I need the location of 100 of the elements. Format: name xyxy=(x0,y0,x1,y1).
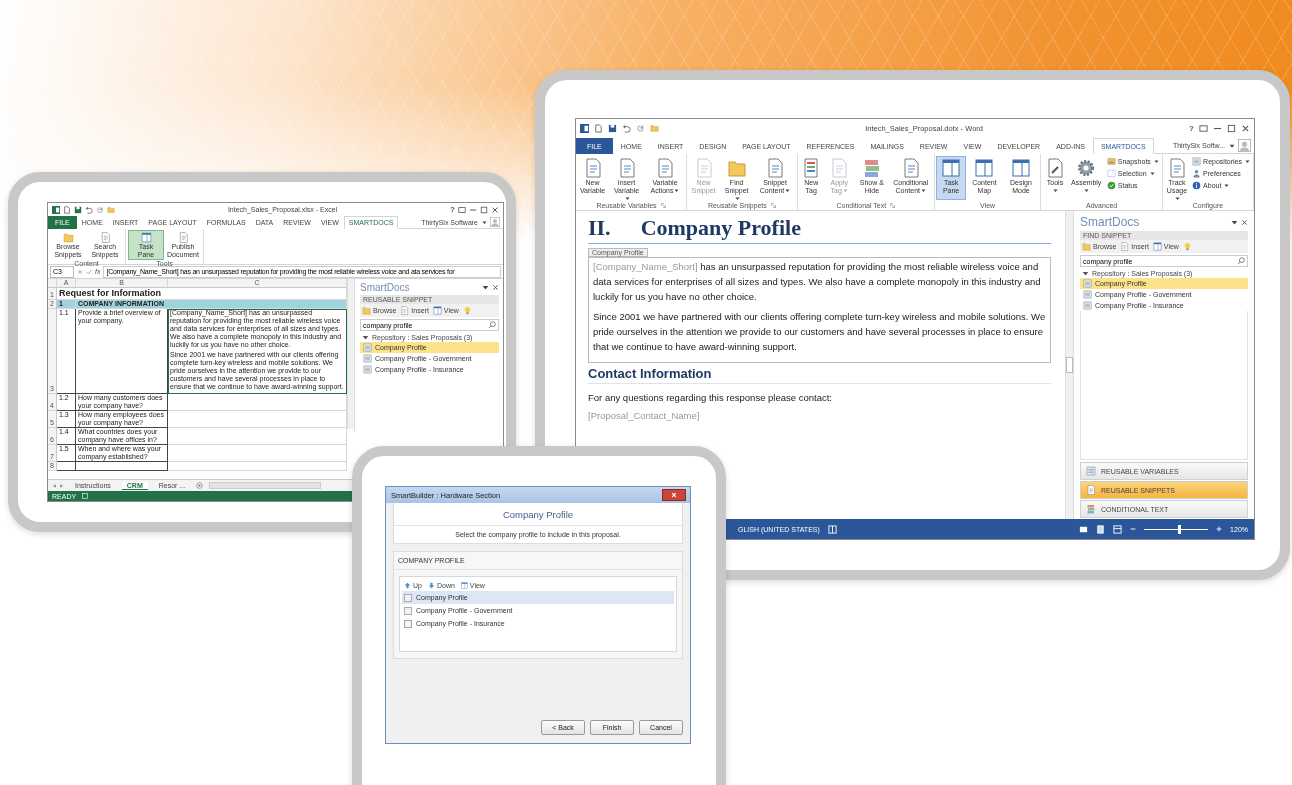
zoom-out-icon[interactable] xyxy=(1130,526,1137,532)
save-icon[interactable] xyxy=(608,124,617,133)
dialog-launcher-icon[interactable] xyxy=(660,203,666,208)
document-icon xyxy=(99,232,111,243)
close-icon[interactable] xyxy=(491,205,499,214)
app-logo-icon[interactable] xyxy=(580,124,589,133)
book-icon[interactable] xyxy=(827,524,837,534)
close-button[interactable] xyxy=(662,489,686,501)
caret-icon xyxy=(785,188,791,193)
list-icon xyxy=(1083,290,1092,299)
web-layout-icon[interactable] xyxy=(1113,524,1123,534)
restore-icon[interactable] xyxy=(1199,124,1208,133)
dialog-heading: Company Profile xyxy=(394,503,682,526)
checkbox[interactable] xyxy=(404,619,412,628)
help-button[interactable]: ? xyxy=(450,205,455,214)
caret-icon xyxy=(1174,196,1180,201)
undo-icon[interactable] xyxy=(622,124,631,133)
paragraph: For any questions regarding this response please contact: xyxy=(588,391,833,405)
caret-icon xyxy=(624,196,630,201)
search-icon[interactable] xyxy=(488,321,496,329)
caret-icon xyxy=(1149,171,1155,176)
up-arrow-icon xyxy=(404,582,411,589)
document-icon xyxy=(765,158,785,178)
undo-icon[interactable] xyxy=(85,205,93,214)
zoom-thumb[interactable] xyxy=(1178,524,1182,534)
folder-icon xyxy=(62,232,74,243)
folder-icon[interactable] xyxy=(650,124,659,133)
caret-icon xyxy=(482,219,487,225)
checkbox[interactable] xyxy=(404,593,412,602)
folder-icon[interactable] xyxy=(107,205,115,214)
close-icon[interactable] xyxy=(492,284,499,291)
paragraph: [Company_Name_Short] has an unsurpassed reputation for providing the most reliable wireless voice and data services for enterprises of all sizes and types. We also have a complete monopoly in this industry and luckily for us you have no other choice. xyxy=(593,260,1042,304)
picture-icon xyxy=(1106,157,1116,166)
new-document-icon[interactable] xyxy=(63,205,71,214)
list-icon xyxy=(1192,157,1202,166)
caret-icon xyxy=(842,188,848,193)
pane-title: SmartDocs xyxy=(1080,215,1140,229)
caret-icon xyxy=(1245,159,1250,164)
close-icon[interactable] xyxy=(1241,124,1250,133)
restore-icon[interactable] xyxy=(458,205,466,214)
save-icon[interactable] xyxy=(74,205,82,214)
print-layout-icon[interactable] xyxy=(1096,524,1106,534)
maximize-icon[interactable] xyxy=(480,205,488,214)
checkbox[interactable] xyxy=(404,606,412,615)
list-icon xyxy=(363,354,372,363)
app-logo-icon[interactable] xyxy=(52,205,60,214)
window-icon xyxy=(432,306,442,315)
check-icon[interactable] xyxy=(86,268,92,275)
selection-icon xyxy=(1106,169,1116,178)
close-icon[interactable] xyxy=(1241,218,1248,226)
heading-number: II. xyxy=(588,215,611,241)
list-icon xyxy=(1083,279,1092,288)
add-sheet-icon[interactable] xyxy=(196,482,204,489)
wrench-icon xyxy=(1045,158,1065,178)
folder-icon xyxy=(726,158,747,178)
layers-icon xyxy=(1086,504,1096,514)
paragraph: Since 2001 we have partnered with our clients offering complete turn-key wireless and mobile solutions. We pride ourselves in the attention we provide to our customers and have several processes in place to ensure that we continue to have award-winning support. xyxy=(593,310,1046,354)
horizontal-scrollbar[interactable] xyxy=(209,482,322,489)
expanded-arrow-icon[interactable] xyxy=(362,334,369,341)
caret-icon xyxy=(674,188,680,193)
macro-icon[interactable] xyxy=(82,493,89,499)
content-control[interactable] xyxy=(588,257,1051,363)
info-icon xyxy=(1192,181,1202,190)
list-icon xyxy=(1083,301,1092,310)
document-icon xyxy=(177,232,189,243)
caret-icon xyxy=(1229,142,1235,149)
redo-icon[interactable] xyxy=(636,124,645,133)
lightbulb-icon[interactable] xyxy=(462,306,472,315)
sheet-navigation-icon[interactable] xyxy=(52,482,64,489)
expanded-arrow-icon[interactable] xyxy=(1082,270,1089,277)
search-icon[interactable] xyxy=(1237,257,1245,265)
window-icon xyxy=(1010,158,1031,178)
read-mode-icon[interactable] xyxy=(1079,524,1089,534)
redo-icon[interactable] xyxy=(96,205,104,214)
help-button[interactable]: ? xyxy=(1189,124,1194,133)
zoom-in-icon[interactable] xyxy=(1216,526,1223,532)
table-cell: Request for Information xyxy=(57,288,347,300)
caret-icon xyxy=(482,284,489,291)
caret-icon xyxy=(1053,188,1058,193)
avatar-icon[interactable] xyxy=(1238,139,1251,152)
document-heading: Company Profile xyxy=(640,215,801,241)
table-cell xyxy=(57,462,76,471)
scrollbar[interactable] xyxy=(347,279,354,429)
window-icon xyxy=(974,158,995,178)
caret-icon xyxy=(921,188,927,193)
person-icon xyxy=(1192,169,1202,178)
document-icon xyxy=(829,158,850,178)
scrollbar[interactable] xyxy=(1065,211,1073,519)
lightbulb-icon[interactable] xyxy=(1182,242,1192,251)
caret-icon xyxy=(1224,183,1230,188)
dialog-launcher-icon[interactable] xyxy=(770,203,776,208)
cancel-icon[interactable] xyxy=(77,268,83,275)
list-icon xyxy=(363,343,372,352)
maximize-icon[interactable] xyxy=(1227,124,1236,133)
caret-icon xyxy=(1231,218,1238,226)
new-document-icon[interactable] xyxy=(594,124,603,133)
caret-icon xyxy=(734,196,740,201)
placeholder-text: [Proposal_Contact_Name] xyxy=(588,410,700,422)
dialog-launcher-icon[interactable] xyxy=(890,203,896,208)
gear-icon xyxy=(1076,158,1097,178)
